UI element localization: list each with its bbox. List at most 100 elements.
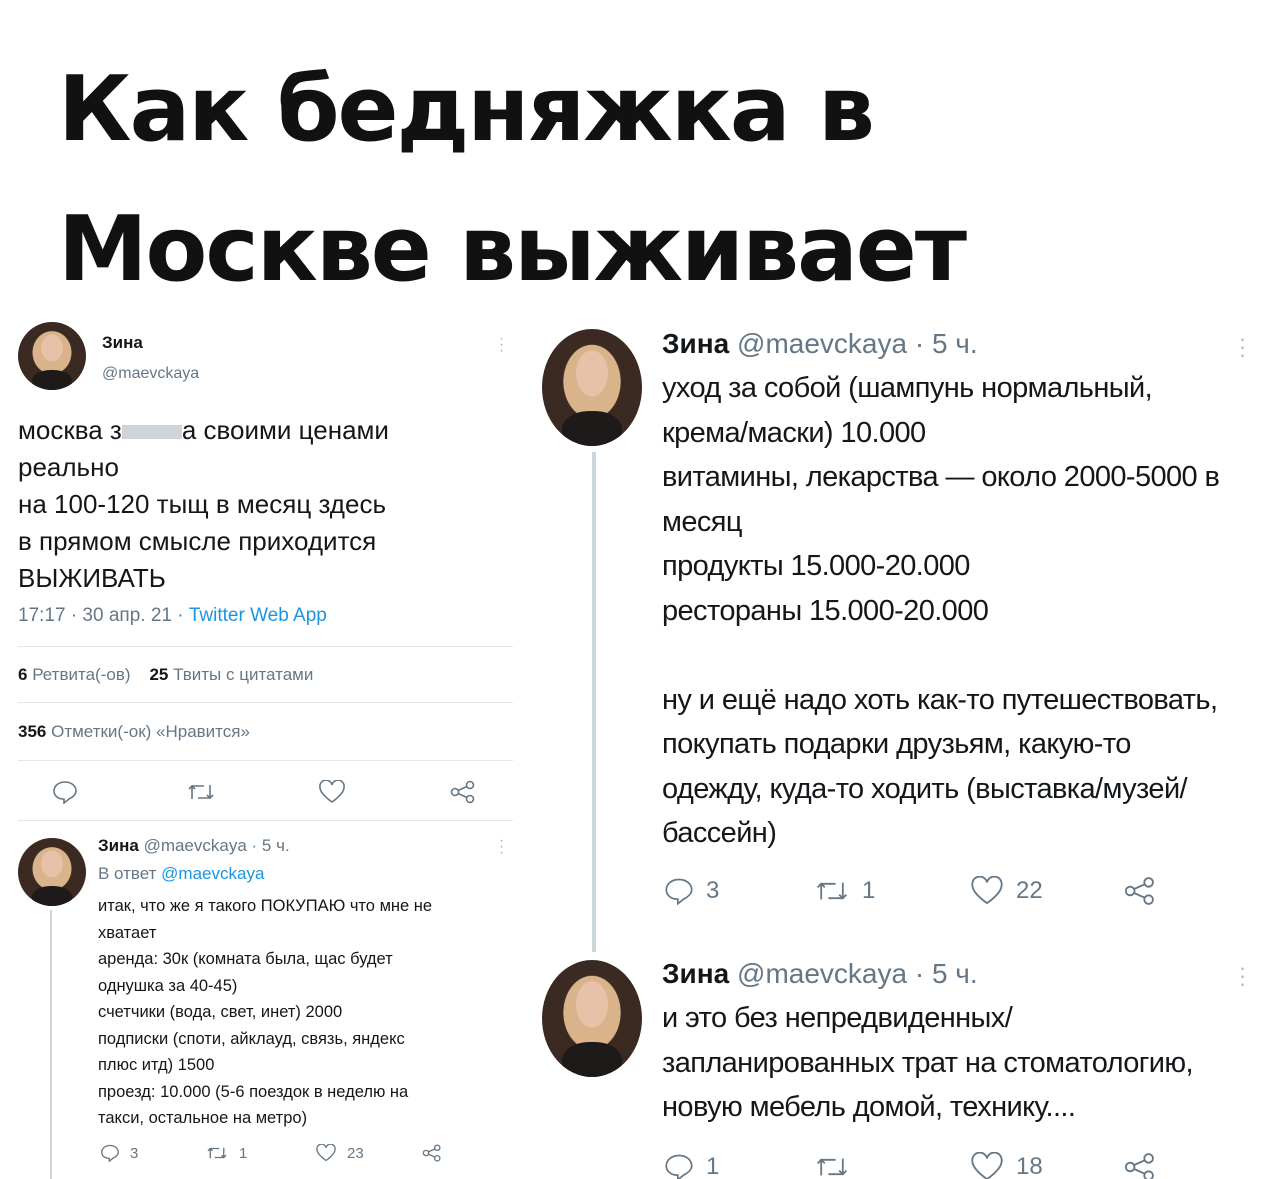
tweet-line: на 100-120 тыщ в месяц здесь <box>18 489 386 519</box>
divider <box>18 646 513 647</box>
heart-icon <box>971 876 1003 905</box>
author-name[interactable]: Зина <box>102 333 143 353</box>
more-options-icon[interactable]: · · · <box>1238 957 1246 995</box>
tweet-text: и это без непредвиденных/ запланированны… <box>662 996 1262 1130</box>
tweet-line: одежду, куда-то ходить (выставка/музей/ <box>662 772 1188 805</box>
tweet-header: Зина @maevckaya · 5 ч. <box>662 328 978 360</box>
retweet-button[interactable] <box>186 780 216 804</box>
author-name[interactable]: Зина <box>662 328 729 359</box>
likes-label: Отметки(-ок) «Нравится» <box>51 722 250 741</box>
tweet-line: ВЫЖИВАТЬ <box>18 563 166 593</box>
tweet-line: в прямом смысле приходится <box>18 526 377 556</box>
tweet-line: и это без непредвиденных/ <box>662 1002 1013 1034</box>
reply-button[interactable] <box>52 780 78 804</box>
tweet-line: крема/маски) 10.000 <box>662 416 926 449</box>
meme-headline: Как бедняжка в Москве выживает <box>58 57 967 302</box>
retweet-count: 1 <box>239 1144 248 1162</box>
author-handle-time[interactable]: @maevckaya · 5 ч. <box>737 958 978 989</box>
more-options-icon[interactable]: · · · <box>497 833 505 861</box>
author-handle-time[interactable]: @maevckaya · 5 ч. <box>737 328 978 359</box>
tweet-time: 17:17 · 30 апр. 21 · <box>18 605 189 626</box>
thread-line <box>50 910 52 1179</box>
like-button[interactable]: 18 <box>970 1152 1043 1179</box>
author-name[interactable]: Зина <box>662 958 729 989</box>
author-name[interactable]: Зина <box>98 836 139 855</box>
tweet-text-prefix: москва з <box>18 415 122 445</box>
tweet-line: рестораны 15.000-20.000 <box>662 594 989 627</box>
reply-prefix: В ответ <box>98 864 162 883</box>
share-button[interactable] <box>450 780 476 804</box>
tweet-line: плюс итд) 1500 <box>98 1056 215 1074</box>
quotes-label: Твиты с цитатами <box>173 665 314 684</box>
retweet-button[interactable]: 1 <box>814 876 875 906</box>
tweet-line: уход за собой (шампунь нормальный, <box>662 372 1153 404</box>
like-button[interactable]: 22 <box>970 876 1043 906</box>
tweet-line: аренда: 30к (комната была, щас будет <box>98 950 393 968</box>
tweet-line: бассейн) <box>662 817 777 849</box>
tweet-text: москва з а своими ценами реально на 100-1… <box>18 412 508 597</box>
tweet-line: итак, что же я такого ПОКУПАЮ что мне не <box>98 897 433 915</box>
tweet-line: месяц <box>662 505 742 538</box>
retweets-count: 6 <box>18 665 28 684</box>
like-count: 18 <box>1016 1153 1043 1179</box>
tweet-text-suffix: а своими ценами <box>181 415 389 445</box>
divider <box>18 820 513 821</box>
likes-count: 356 <box>18 722 47 741</box>
retweet-count: 1 <box>862 877 876 904</box>
retweet-icon <box>207 1147 227 1159</box>
retweet-stats[interactable]: 6 Ретвита(-ов) 25 Твиты с цитатами <box>18 665 313 685</box>
tweet-line: ну и ещё надо хоть как-то путешествовать… <box>662 683 1218 716</box>
heart-icon <box>316 1144 336 1162</box>
tweet-line: витамины, лекарства — около 2000-5000 в <box>662 461 1220 493</box>
more-options-icon[interactable]: · · · <box>497 331 505 359</box>
tweet-source-link[interactable]: Twitter Web App <box>189 605 327 626</box>
tweet-header: Зина @maevckaya · 5 ч. <box>662 958 978 990</box>
avatar[interactable] <box>18 838 86 906</box>
tweet-line: продукты 15.000-20.000 <box>662 550 970 582</box>
avatar[interactable] <box>18 322 86 390</box>
tweet-line: запланированных трат на стоматологию, <box>662 1046 1194 1079</box>
reply-icon <box>665 878 693 906</box>
divider <box>18 760 513 761</box>
reply-button[interactable]: 3 <box>100 1144 138 1162</box>
retweet-icon <box>188 784 214 800</box>
avatar[interactable] <box>542 329 642 446</box>
like-button[interactable] <box>318 780 346 804</box>
author-handle-time[interactable]: @maevckaya · 5 ч. <box>144 836 290 855</box>
thread-line <box>592 452 596 952</box>
like-count: 23 <box>347 1144 364 1162</box>
quotes-count: 25 <box>149 665 169 684</box>
tweet-text: итак, что же я такого ПОКУПАЮ что мне не… <box>98 893 523 1132</box>
likes-stats[interactable]: 356 Отметки(-ок) «Нравится» <box>18 722 250 742</box>
censored-blur <box>121 425 182 440</box>
heart-icon <box>319 780 345 803</box>
like-count: 22 <box>1016 877 1043 904</box>
retweet-icon <box>816 1158 848 1176</box>
retweets-label: Ретвита(-ов) <box>32 665 131 684</box>
tweet-line: однушка за 40-45) <box>98 976 238 995</box>
reply-context: В ответ @maevckaya <box>98 864 264 884</box>
share-button[interactable] <box>1124 876 1156 906</box>
share-icon <box>450 780 475 804</box>
reply-count: 3 <box>130 1144 139 1162</box>
heart-icon <box>971 1152 1003 1179</box>
author-handle[interactable]: @maevckaya <box>102 365 199 383</box>
like-button[interactable]: 23 <box>315 1144 364 1162</box>
reply-button[interactable]: 3 <box>664 876 719 906</box>
tweet-timestamp: 17:17 · 30 апр. 21 · Twitter Web App <box>18 605 327 627</box>
retweet-button[interactable]: 1 <box>205 1144 247 1162</box>
tweet-line: новую мебель домой, технику.... <box>662 1091 1076 1123</box>
retweet-icon <box>816 882 848 900</box>
tweet-header: Зина @maevckaya · 5 ч. <box>98 836 290 856</box>
retweet-button[interactable] <box>814 1152 850 1179</box>
tweet-line: проезд: 10.000 (5-6 поездок в неделю на <box>98 1082 409 1101</box>
reply-button[interactable]: 1 <box>664 1152 719 1179</box>
divider <box>18 702 513 703</box>
share-button[interactable] <box>1124 1152 1156 1179</box>
avatar[interactable] <box>542 960 642 1077</box>
reply-handle-link[interactable]: @maevckaya <box>161 864 264 883</box>
reply-icon <box>665 1154 693 1179</box>
share-button[interactable] <box>422 1144 442 1162</box>
more-options-icon[interactable]: · · · <box>1238 328 1246 366</box>
